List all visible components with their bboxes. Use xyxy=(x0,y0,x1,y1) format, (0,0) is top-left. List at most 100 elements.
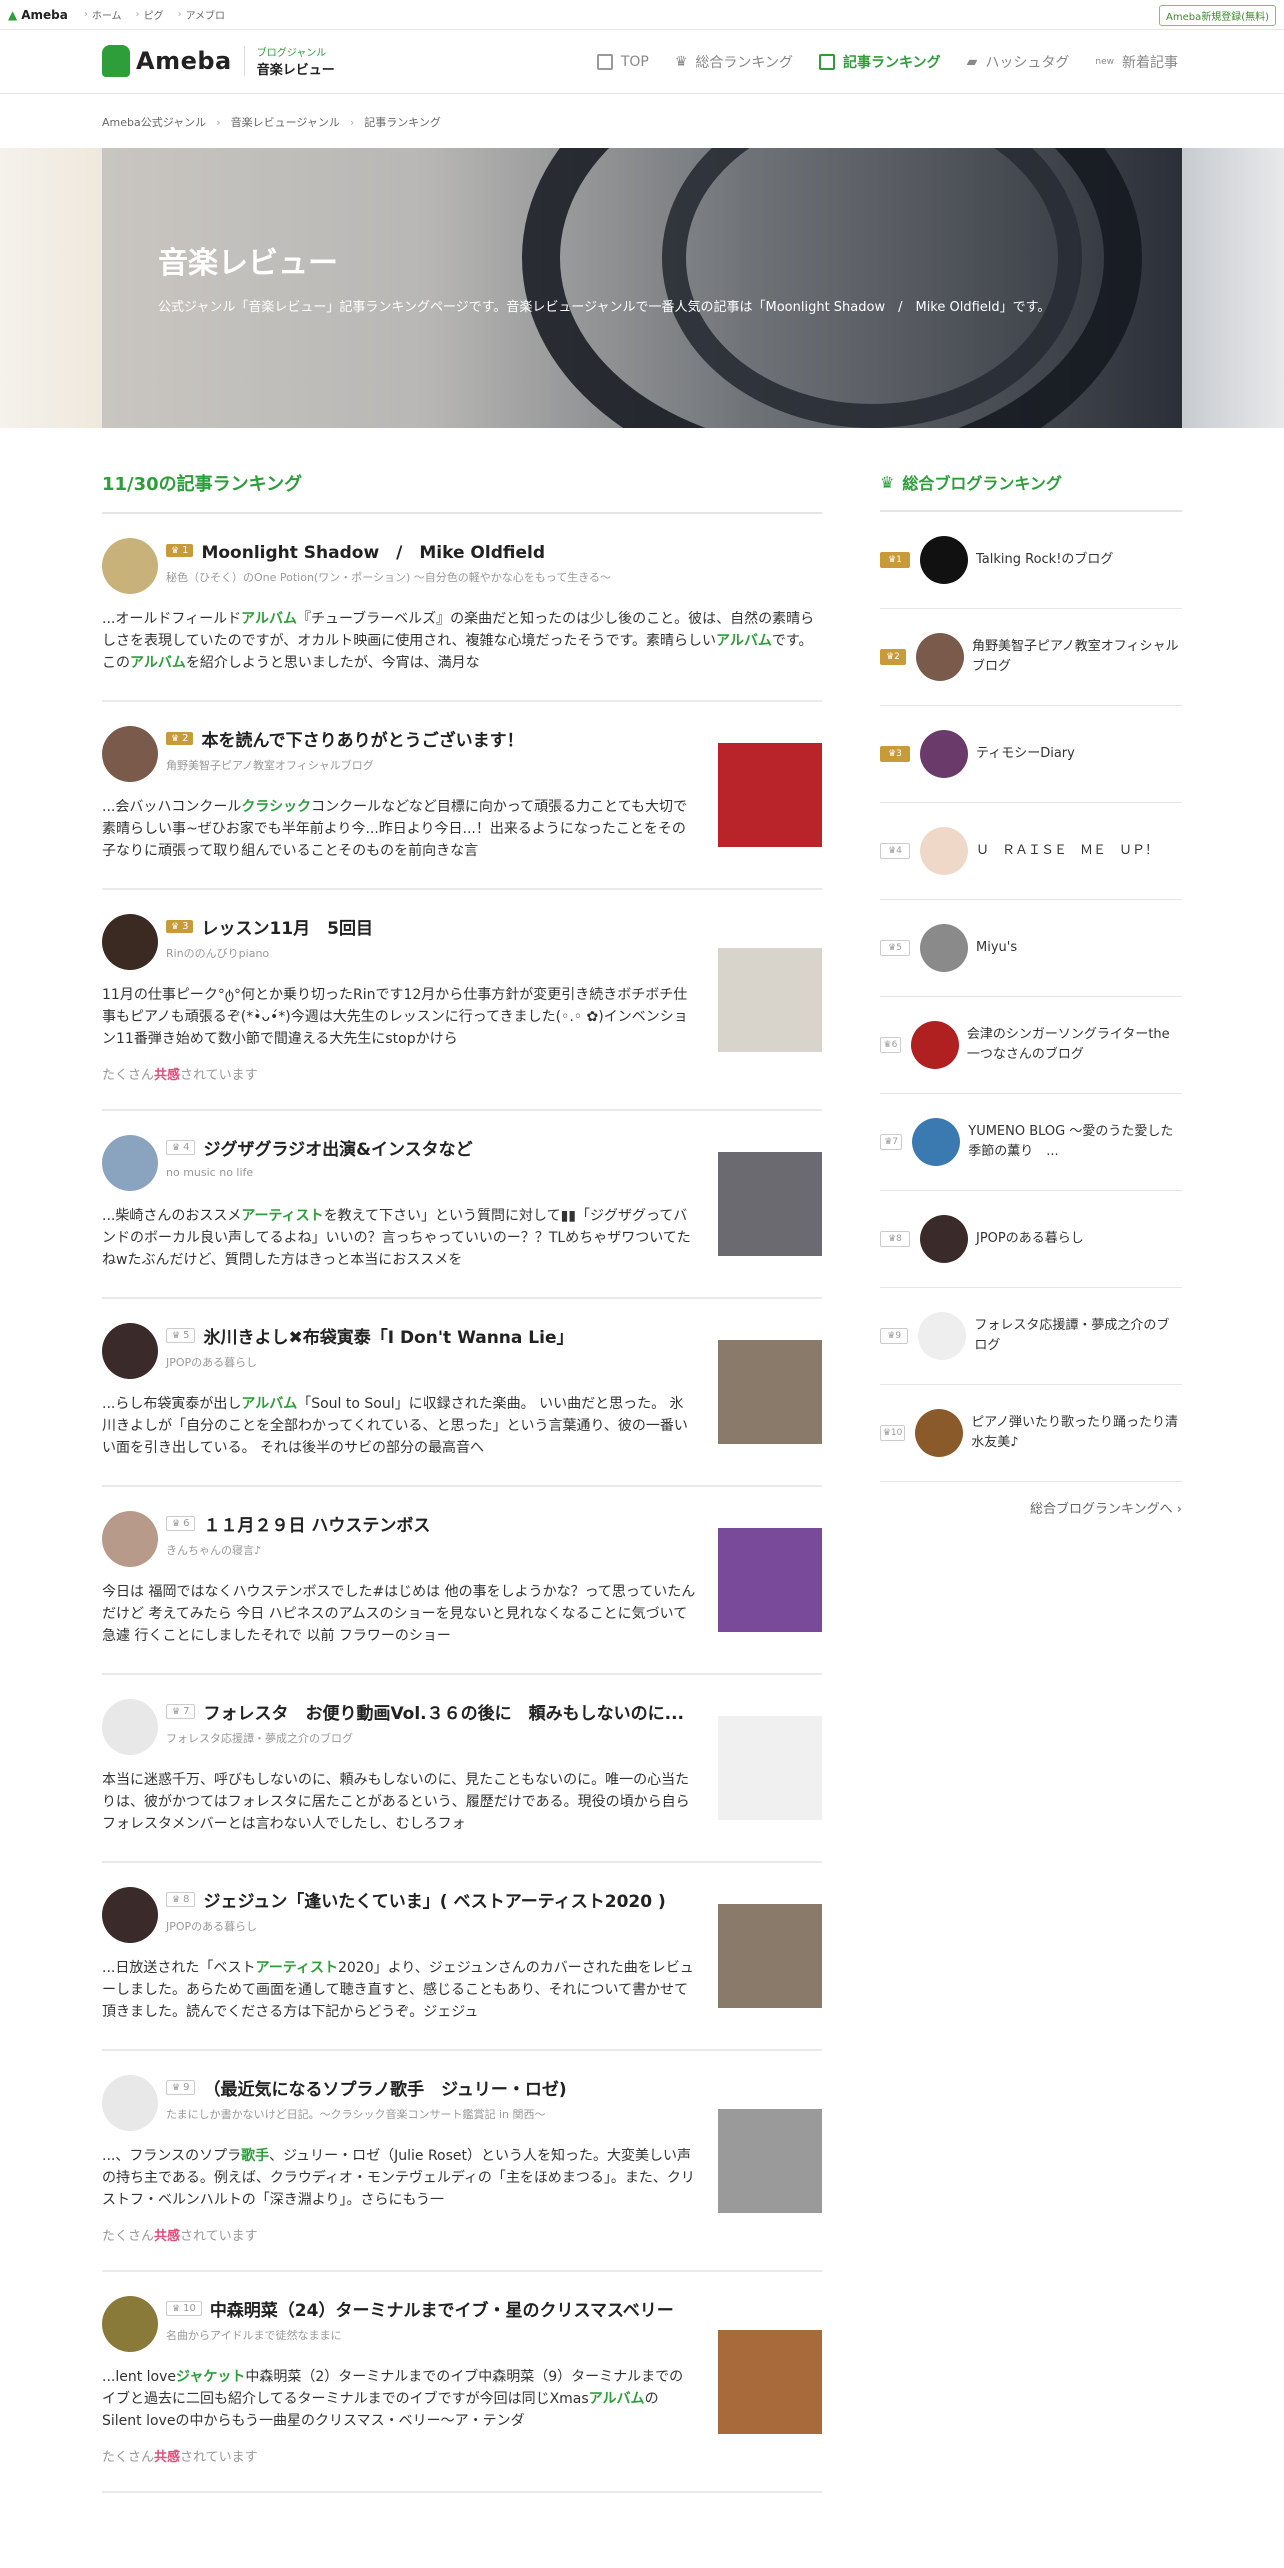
ranking-entry[interactable]: ♛ 6 １１月２９日 ハウステンボス きんちゃんの寝言♪ 今日は 福岡ではなくハウステン… xyxy=(102,1487,822,1675)
rank-badge: ♛3 xyxy=(880,746,910,762)
ranking-entry[interactable]: ♛ 9 （最近気になるソプラノ歌手 ジュリー・ロゼ) たまにしか書かないけど日記。～ク… xyxy=(102,2051,822,2272)
blog-avatar[interactable] xyxy=(102,538,158,594)
entry-title[interactable]: フォレスタ お便り動画Vol.３６の後に 頼みもしないのに... xyxy=(203,1704,684,1724)
sidebar-ranking-item[interactable]: ♛3 ティモシーDiary xyxy=(880,706,1182,803)
ranking-entry[interactable]: ♛ 1 Moonlight Shadow / Mike Oldfield 秘色（ひそく… xyxy=(102,514,822,702)
blog-avatar[interactable] xyxy=(910,1021,959,1069)
blog-avatar[interactable] xyxy=(918,1312,967,1360)
blog-avatar[interactable] xyxy=(102,914,158,970)
entry-excerpt: ...オールドフィールドアルバム『チューブラーベルズ』の楽曲だと知ったのは少し後… xyxy=(102,611,815,671)
blog-name[interactable]: JPOPのある暮らし xyxy=(166,1918,696,1934)
entry-title[interactable]: ジグザグラジオ出演&インスタなど xyxy=(203,1140,472,1160)
blog-name[interactable]: きんちゃんの寝言♪ xyxy=(166,1542,696,1558)
ranking-entry[interactable]: ♛ 8 ジェジュン「逢いたくていま」( ベストアーティスト2020 ) JPOPのある… xyxy=(102,1863,822,2051)
entry-thumbnail[interactable] xyxy=(718,1528,822,1632)
breadcrumb-music-review[interactable]: 音楽レビュージャンル xyxy=(231,114,340,130)
blog-name[interactable]: 秘色（ひそく）のOne Potion(ワン・ポーション) ～自分色の軽やかな心を… xyxy=(166,569,822,585)
blog-name[interactable]: 名曲からアイドルまで徒然なままに xyxy=(166,2327,696,2343)
blog-avatar[interactable] xyxy=(912,1118,961,1166)
entry-title[interactable]: （最近気になるソプラノ歌手 ジュリー・ロゼ) xyxy=(203,2080,566,2100)
blog-avatar[interactable] xyxy=(102,1135,158,1191)
blog-avatar[interactable] xyxy=(102,2075,158,2131)
entry-title[interactable]: 本を読んで下さりありがとうございます！ xyxy=(201,731,523,751)
ranking-entry[interactable]: ♛ 2 本を読んで下さりありがとうございます！ 角野美智子ピアノ教室オフィシャルブログ… xyxy=(102,702,822,890)
entry-title[interactable]: レッスン11月 5回目 xyxy=(201,919,373,939)
sidebar-ranking-item[interactable]: ♛6 会津のシンガーソングライターthe一つなさんのブログ xyxy=(880,997,1182,1094)
blog-name[interactable]: 角野美智子ピアノ教室オフィシャルブログ xyxy=(972,637,1182,677)
blog-avatar[interactable] xyxy=(920,730,968,778)
ranking-entry[interactable]: ♛ 7 フォレスタ お便り動画Vol.３６の後に 頼みもしないのに... フォレスタ応… xyxy=(102,1675,822,1863)
entry-thumbnail[interactable] xyxy=(718,2329,822,2434)
blog-avatar[interactable] xyxy=(920,1215,968,1263)
blog-name[interactable]: JPOPのある暮らし xyxy=(976,1229,1084,1249)
blog-name[interactable]: Talking Rock!のブログ xyxy=(976,550,1113,570)
entry-thumbnail[interactable] xyxy=(718,1904,822,2008)
blog-name[interactable]: ピアノ弾いたり歌ったり踊ったり清水友美♪ xyxy=(971,1413,1182,1453)
breadcrumb: Ameba公式ジャンル › 音楽レビュージャンル › 記事ランキング xyxy=(102,114,441,130)
nav-hashtag[interactable]: ▰ ハッシュタグ xyxy=(967,52,1070,72)
blog-name[interactable]: Rinののんびりpiano xyxy=(166,945,696,961)
sidebar-ranking-item[interactable]: ♛8 JPOPのある暮らし xyxy=(880,1191,1182,1288)
sidebar-ranking-item[interactable]: ♛10 ピアノ弾いたり歌ったり踊ったり清水友美♪ xyxy=(880,1385,1182,1482)
blog-name[interactable]: Ｕ ＲＡＩＳＥ ＭＥ ＵＰ！ xyxy=(976,841,1158,861)
nav-overall-ranking[interactable]: ♛ 総合ランキング xyxy=(675,52,793,72)
sidebar-ranking-item[interactable]: ♛4 Ｕ ＲＡＩＳＥ ＭＥ ＵＰ！ xyxy=(880,803,1182,900)
blog-name[interactable]: no music no life xyxy=(166,1166,696,1179)
entry-thumbnail[interactable] xyxy=(718,1340,822,1444)
blog-name[interactable]: フォレスタ応援譚・夢成之介のブログ xyxy=(166,1730,696,1746)
blog-name[interactable]: YUMENO BLOG ～愛のうた愛した季節の薫り ... xyxy=(968,1122,1182,1162)
blog-avatar[interactable] xyxy=(102,2296,158,2352)
blog-avatar[interactable] xyxy=(920,536,968,584)
entry-title[interactable]: Moonlight Shadow / Mike Oldfield xyxy=(201,543,545,563)
entry-thumbnail[interactable] xyxy=(718,743,822,847)
entry-thumbnail[interactable] xyxy=(718,1152,822,1256)
nav-top[interactable]: TOP xyxy=(596,52,649,72)
blog-avatar[interactable] xyxy=(915,1409,964,1457)
entry-thumbnail[interactable] xyxy=(718,1716,822,1820)
sidebar-ranking-item[interactable]: ♛7 YUMENO BLOG ～愛のうた愛した季節の薫り ... xyxy=(880,1094,1182,1191)
ranking-entry[interactable]: ♛ 10 中森明菜（24）ターミナルまでイブ・星のクリスマスベリー名曲からアイドルま… xyxy=(102,2272,822,2493)
nav-article-ranking[interactable]: 記事ランキング xyxy=(819,52,941,72)
blog-avatar[interactable] xyxy=(102,726,158,782)
entry-title[interactable]: ジェジュン「逢いたくていま」( ベストアーティスト2020 ) xyxy=(203,1892,665,1912)
sidebar-ranking-item[interactable]: ♛9 フォレスタ応援譚・夢成之介のブログ xyxy=(880,1288,1182,1385)
blog-avatar[interactable] xyxy=(102,1323,158,1379)
blog-name[interactable]: ティモシーDiary xyxy=(976,744,1075,764)
sidebar-ranking-item[interactable]: ♛1 Talking Rock!のブログ xyxy=(880,512,1182,609)
blog-name[interactable]: たまにしか書かないけど日記。～クラシック音楽コンサート鑑賞記 in 関西～ xyxy=(166,2106,696,2122)
register-button[interactable]: Ameba新規登録(無料) xyxy=(1158,5,1276,26)
breadcrumb-official-genre[interactable]: Ameba公式ジャンル xyxy=(102,114,206,130)
overall-ranking-link[interactable]: 総合ブログランキングへ › xyxy=(880,1498,1182,1517)
blog-avatar[interactable] xyxy=(915,633,964,681)
genre-brand[interactable]: Ameba ブログジャンル 音楽レビュー xyxy=(102,44,335,78)
entry-thumbnail[interactable] xyxy=(718,2108,822,2213)
entry-title[interactable]: 氷川きよし✖布袋寅泰「I Don't Wanna Lie」 xyxy=(203,1328,573,1348)
blog-name[interactable]: JPOPのある暮らし xyxy=(166,1354,696,1370)
rank-badge: ♛2 xyxy=(166,732,194,745)
blog-avatar[interactable] xyxy=(102,1699,158,1755)
blog-avatar[interactable] xyxy=(920,827,968,875)
sidebar-ranking-item[interactable]: ♛5 Miyu's xyxy=(880,900,1182,997)
topbar-link-home[interactable]: ホーム xyxy=(84,7,122,22)
crown-icon: ♛ xyxy=(172,1330,181,1341)
hero-description: 公式ジャンル「音楽レビュー」記事ランキングページです。音楽レビュージャンルで一番… xyxy=(158,300,1051,315)
blog-name[interactable]: Miyu's xyxy=(976,938,1017,958)
topbar-link-ameblo[interactable]: アメブロ xyxy=(178,7,226,22)
rank-badge: ♛10 xyxy=(166,2301,202,2316)
sidebar-ranking-item[interactable]: ♛2 角野美智子ピアノ教室オフィシャルブログ xyxy=(880,609,1182,706)
ameba-logo[interactable]: ▲ Ameba xyxy=(8,8,68,22)
blog-name[interactable]: 角野美智子ピアノ教室オフィシャルブログ xyxy=(166,757,696,773)
entry-title[interactable]: １１月２９日 ハウステンボス xyxy=(203,1516,430,1536)
ranking-entry[interactable]: ♛ 4 ジグザグラジオ出演&インスタなど no music no life ...柴崎さ… xyxy=(102,1111,822,1299)
blog-name[interactable]: 会津のシンガーソングライターthe一つなさんのブログ xyxy=(967,1025,1182,1065)
ranking-entry[interactable]: ♛ 5 氷川きよし✖布袋寅泰「I Don't Wanna Lie」 JPOPのある暮ら… xyxy=(102,1299,822,1487)
blog-avatar[interactable] xyxy=(102,1511,158,1567)
topbar-link-pigg[interactable]: ピグ xyxy=(136,7,164,22)
blog-avatar[interactable] xyxy=(102,1887,158,1943)
blog-avatar[interactable] xyxy=(920,924,968,972)
nav-new-articles[interactable]: new 新着記事 xyxy=(1095,52,1178,72)
blog-name[interactable]: フォレスタ応援譚・夢成之介のブログ xyxy=(974,1316,1182,1356)
entry-thumbnail[interactable] xyxy=(718,947,822,1052)
ranking-entry[interactable]: ♛ 3 レッスン11月 5回目 Rinののんびりpiano 11月の仕事ピーク°ტ°何と… xyxy=(102,890,822,1111)
entry-title[interactable]: 中森明菜（24）ターミナルまでイブ・星のクリスマスベリー xyxy=(210,2301,674,2321)
